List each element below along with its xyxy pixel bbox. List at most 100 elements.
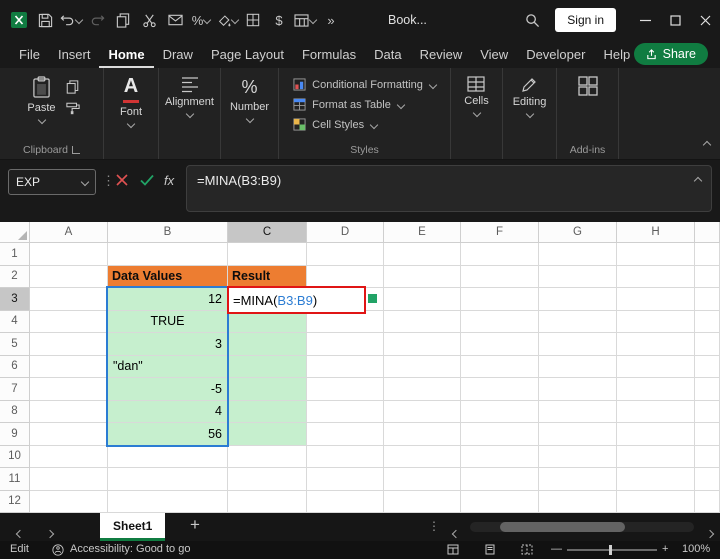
tab-insert[interactable]: Insert xyxy=(49,40,100,68)
cell[interactable] xyxy=(461,288,539,311)
cell[interactable] xyxy=(384,446,461,469)
row-header-8[interactable]: 8 xyxy=(0,401,30,424)
sheet-options-icon[interactable]: ⋮ xyxy=(428,519,440,533)
cell-styles-dropdown-icon[interactable] xyxy=(370,120,378,128)
formula-bar-handle-icon[interactable]: ⋮ xyxy=(102,173,115,189)
cell[interactable] xyxy=(307,333,384,356)
format-table-dropdown-icon[interactable] xyxy=(309,16,317,24)
name-box[interactable]: EXP xyxy=(8,169,96,195)
name-box-dropdown-icon[interactable] xyxy=(81,178,89,186)
cell[interactable] xyxy=(461,491,539,514)
alignment-dropdown-icon[interactable] xyxy=(186,110,194,118)
row-header-6[interactable]: 6 xyxy=(0,356,30,379)
copy-icon[interactable] xyxy=(110,0,136,40)
cell[interactable] xyxy=(384,468,461,491)
cell[interactable] xyxy=(384,311,461,334)
cell[interactable] xyxy=(695,288,720,311)
col-header-G[interactable]: G xyxy=(539,222,617,243)
cell[interactable] xyxy=(461,243,539,266)
conditional-formatting-dropdown-icon[interactable] xyxy=(429,80,437,88)
cell[interactable] xyxy=(30,356,108,379)
normal-view-icon[interactable] xyxy=(447,544,459,555)
close-button[interactable] xyxy=(690,0,720,40)
cell[interactable] xyxy=(30,378,108,401)
cell[interactable] xyxy=(307,401,384,424)
cell[interactable] xyxy=(695,423,720,446)
cell[interactable] xyxy=(695,311,720,334)
cell[interactable] xyxy=(30,243,108,266)
cell-B6[interactable]: "dan" xyxy=(108,356,228,379)
clipboard-dialog-launcher-icon[interactable] xyxy=(72,146,80,154)
cell[interactable] xyxy=(539,333,617,356)
cell[interactable] xyxy=(617,288,695,311)
cell[interactable] xyxy=(461,446,539,469)
insert-function-icon[interactable]: fx xyxy=(164,173,174,188)
cell[interactable] xyxy=(539,311,617,334)
currency-format-icon[interactable]: $ xyxy=(266,0,292,40)
cell[interactable] xyxy=(461,311,539,334)
cell[interactable] xyxy=(617,401,695,424)
cell[interactable] xyxy=(307,356,384,379)
row-header-11[interactable]: 11 xyxy=(0,468,30,491)
cell[interactable] xyxy=(384,266,461,289)
cell-B4[interactable]: TRUE xyxy=(108,311,228,334)
alignment-group-button[interactable]: Alignment xyxy=(159,74,220,119)
cell-B5[interactable]: 3 xyxy=(108,333,228,356)
row-header-12[interactable]: 12 xyxy=(0,491,30,514)
cell[interactable] xyxy=(539,468,617,491)
paste-dropdown-icon[interactable] xyxy=(38,116,46,124)
col-header-B[interactable]: B xyxy=(108,222,228,243)
cell[interactable] xyxy=(228,468,307,491)
page-break-view-icon[interactable] xyxy=(521,544,533,555)
cell-C2[interactable]: Result xyxy=(228,266,307,289)
cell-B3[interactable]: 12 xyxy=(108,288,228,311)
cell[interactable] xyxy=(30,288,108,311)
cell[interactable] xyxy=(108,243,228,266)
cell[interactable] xyxy=(617,356,695,379)
format-table-icon[interactable] xyxy=(292,0,318,40)
addins-button[interactable] xyxy=(572,74,604,98)
col-header-E[interactable]: E xyxy=(384,222,461,243)
row-header-9[interactable]: 9 xyxy=(0,423,30,446)
ribbon-collapse-icon[interactable] xyxy=(703,135,710,153)
cell[interactable] xyxy=(384,356,461,379)
cell[interactable] xyxy=(30,423,108,446)
cell[interactable] xyxy=(539,401,617,424)
cell[interactable] xyxy=(30,491,108,514)
cell[interactable] xyxy=(617,423,695,446)
col-header-F[interactable]: F xyxy=(461,222,539,243)
add-sheet-button[interactable]: + xyxy=(190,515,200,535)
cell[interactable] xyxy=(30,468,108,491)
cell[interactable] xyxy=(307,468,384,491)
zoom-level[interactable]: 100% xyxy=(682,543,710,555)
cell[interactable] xyxy=(695,378,720,401)
tab-review[interactable]: Review xyxy=(411,40,472,68)
cell[interactable] xyxy=(228,491,307,514)
horizontal-scrollbar-thumb[interactable] xyxy=(500,522,625,532)
zoom-slider-thumb[interactable] xyxy=(609,545,612,555)
percent-dropdown-icon[interactable] xyxy=(203,16,211,24)
cell[interactable] xyxy=(539,356,617,379)
cell[interactable] xyxy=(30,401,108,424)
undo-icon[interactable] xyxy=(58,0,84,40)
cell[interactable] xyxy=(30,333,108,356)
cell-B8[interactable]: 4 xyxy=(108,401,228,424)
cell[interactable] xyxy=(539,378,617,401)
search-icon[interactable] xyxy=(519,0,545,40)
cell[interactable] xyxy=(695,468,720,491)
cell[interactable] xyxy=(461,378,539,401)
share-button[interactable]: Share xyxy=(634,43,708,65)
row-header-2[interactable]: 2 xyxy=(0,266,30,289)
cell[interactable] xyxy=(695,446,720,469)
tab-developer[interactable]: Developer xyxy=(517,40,594,68)
fill-color-icon[interactable] xyxy=(214,0,240,40)
cell[interactable] xyxy=(30,266,108,289)
confirm-entry-icon[interactable] xyxy=(140,174,154,186)
accessibility-status[interactable]: Accessibility: Good to go xyxy=(70,543,190,555)
cell[interactable] xyxy=(307,446,384,469)
cells-dropdown-icon[interactable] xyxy=(473,109,481,117)
page-layout-view-icon[interactable] xyxy=(484,544,496,555)
sign-in-button[interactable]: Sign in xyxy=(555,8,616,32)
hscroll-left-icon[interactable] xyxy=(452,524,459,542)
hscroll-right-icon[interactable] xyxy=(706,524,713,542)
